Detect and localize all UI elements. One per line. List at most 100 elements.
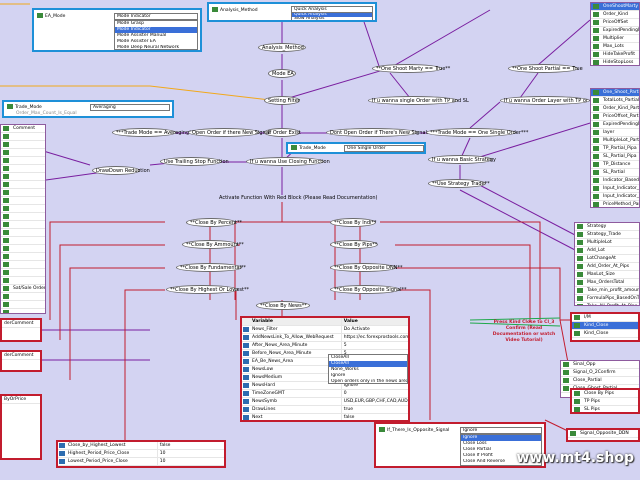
parameter-row[interactable]: Close_by_Highest_Lowest false xyxy=(58,442,224,450)
left-small-row[interactable]: derComment xyxy=(2,352,40,360)
parameter-row[interactable]: I/M xyxy=(572,314,638,322)
parameter-row[interactable]: Indicator_Based xyxy=(591,177,639,185)
ea-mode-option[interactable]: Mode Deep Neural Network xyxy=(115,45,197,50)
parameter-row[interactable]: Next false xyxy=(242,414,408,420)
parameter-value[interactable]: USD,EUR,GBP,CHF,CAD,AUD,NZD,JPY xyxy=(340,398,408,405)
parameter-row[interactable]: Multiplier xyxy=(591,35,639,43)
parameter-row[interactable]: layer xyxy=(591,129,639,137)
node-one-shot-partial[interactable]: **One Shoot Partial == True xyxy=(508,64,583,73)
node-close-news[interactable]: **Close By News** xyxy=(256,301,310,310)
parameter-row[interactable] xyxy=(1,173,45,181)
parameter-row[interactable]: Strategy_Trade xyxy=(575,231,639,239)
node-analysis-method[interactable]: Analysis_Method xyxy=(258,43,306,52)
parameter-row[interactable]: Sinal_Opp xyxy=(561,361,639,369)
parameter-row[interactable]: PriceOffSet xyxy=(591,19,639,27)
node-one-shot-martiy[interactable]: **One Shoot Marty == True** xyxy=(372,64,450,73)
node-activate-red-block[interactable]: Activate Function With Red Block (Please… xyxy=(216,194,378,203)
parameter-row[interactable]: Kind_Close xyxy=(572,330,638,338)
parameter-value[interactable]: false xyxy=(156,442,224,449)
parameter-row[interactable]: Kind_Close xyxy=(572,322,638,330)
parameter-row[interactable] xyxy=(1,309,45,313)
parameter-row[interactable] xyxy=(1,157,45,165)
node-use-strategy[interactable]: **Use Strategy Trade** xyxy=(428,179,490,188)
parameter-row[interactable]: SL_Partial_Pipa xyxy=(591,153,639,161)
parameter-row[interactable]: MaxLot_Size xyxy=(575,271,639,279)
parameter-row[interactable]: Take_All_Profit_At_Pips xyxy=(575,303,639,305)
parameter-row[interactable]: After_News_Area_Minute 5 xyxy=(242,342,408,350)
node-trailing-stop[interactable]: Use Trailing Stop Function xyxy=(160,157,229,166)
parameter-row[interactable]: Strategy xyxy=(575,223,639,231)
node-close-fundamental[interactable]: **Close By Fundamental** xyxy=(176,263,246,272)
left-small-row[interactable]: ByOrPrice xyxy=(2,396,40,404)
parameter-row[interactable]: TotalLots_Partial xyxy=(591,97,639,105)
parameter-row[interactable] xyxy=(1,141,45,149)
parameter-row[interactable] xyxy=(1,133,45,141)
parameter-row[interactable]: ExpiredPendingMinute xyxy=(591,27,639,35)
parameter-row[interactable] xyxy=(1,229,45,237)
parameter-row[interactable] xyxy=(1,261,45,269)
node-averaging[interactable]: ***Trade Mode == Averaging*** xyxy=(112,128,197,137)
parameter-value[interactable]: 10 xyxy=(156,450,224,457)
parameter-row[interactable] xyxy=(1,301,45,309)
node-basic-strategy[interactable]: If u wanna Basic Strategy xyxy=(428,155,496,164)
node-close-highest[interactable]: **Close By Highest Or Lowest** xyxy=(166,285,249,294)
parameter-row[interactable] xyxy=(1,277,45,285)
parameter-row[interactable] xyxy=(1,189,45,197)
parameter-value[interactable]: 0 xyxy=(340,390,408,397)
node-close-pips[interactable]: **Close By Pips** xyxy=(330,240,378,249)
node-close-percent[interactable]: **Close By Percent** xyxy=(186,218,242,227)
parameter-row[interactable]: News_Filter Do Activate xyxy=(242,326,408,334)
node-close-opposite-signal[interactable]: **Close By Opposite Signal** xyxy=(330,285,407,294)
parameter-row[interactable]: Comment xyxy=(1,125,45,133)
parameter-row[interactable]: Signal_O_2Confirm xyxy=(561,369,639,377)
parameter-row[interactable]: DrawLines true xyxy=(242,406,408,414)
parameter-row[interactable] xyxy=(1,245,45,253)
node-open-order-new-signal[interactable]: Open Order if there New Signal xyxy=(188,128,270,137)
parameter-row[interactable]: Order_Kind_Partial xyxy=(591,105,639,113)
node-single-tp-sl[interactable]: If u wanna single Order with TP and SL xyxy=(368,96,469,105)
trade-mode-single-select[interactable]: One Single Order xyxy=(344,145,424,152)
node-closing-function[interactable]: If u wanna Use Closing Function xyxy=(246,157,330,166)
signal-ddn-row[interactable]: Signal_Opposite_DDN xyxy=(568,430,638,438)
parameter-row[interactable]: PriceOffset_Partial xyxy=(591,113,639,121)
parameter-row[interactable]: Close_Partial xyxy=(561,377,639,385)
parameter-row[interactable] xyxy=(1,293,45,301)
analysis-option[interactable]: Slow Analysis xyxy=(292,17,372,20)
node-setting-filter[interactable]: Setting Filter xyxy=(264,96,300,105)
parameter-value[interactable]: 5 xyxy=(340,342,408,349)
parameter-row[interactable]: PriceMethod_Partial xyxy=(591,201,639,207)
parameter-row[interactable]: Input_Indicator_Partial xyxy=(591,193,639,201)
parameter-row[interactable]: Add_Lot xyxy=(575,247,639,255)
parameter-row[interactable] xyxy=(1,149,45,157)
parameter-row[interactable] xyxy=(1,181,45,189)
parameter-row[interactable]: Order_Kind xyxy=(591,11,639,19)
parameter-row[interactable]: ExpiredPendingMinute xyxy=(591,121,639,129)
trade-mode-select[interactable]: Averaging xyxy=(90,104,170,111)
parameter-value[interactable]: 10 xyxy=(156,458,224,465)
parameter-row[interactable]: Max_OrdersTotal xyxy=(575,279,639,287)
node-one-single[interactable]: ***Trade Mode == One Single Order*** xyxy=(426,128,528,137)
parameter-row[interactable] xyxy=(1,205,45,213)
parameter-row[interactable]: TimeZoneGMT 0 xyxy=(242,390,408,398)
parameter-row[interactable]: Add_Order_At_Pips xyxy=(575,263,639,271)
parameter-row[interactable] xyxy=(1,253,45,261)
parameter-row[interactable]: HideTakeProfit xyxy=(591,51,639,59)
parameter-row[interactable]: Input_Indicator_Partial xyxy=(591,185,639,193)
opposite-signal-select[interactable]: Ignore xyxy=(460,427,542,434)
parameter-row[interactable]: Sat/Sale OrderComment xyxy=(1,285,45,293)
parameter-row[interactable] xyxy=(1,237,45,245)
node-dont-open[interactable]: Dont Open Order if There's New Signals xyxy=(326,128,429,137)
parameter-row[interactable] xyxy=(1,197,45,205)
parameter-row[interactable] xyxy=(1,165,45,173)
parameter-row[interactable]: Max_Lots xyxy=(591,43,639,51)
parameter-row[interactable]: Lowest_Period_Price_Close 10 xyxy=(58,458,224,466)
parameter-row[interactable]: HideStopLoss xyxy=(591,59,639,65)
parameter-row[interactable]: MultipleLot xyxy=(575,239,639,247)
parameter-row[interactable]: TP Pips xyxy=(572,398,638,406)
parameter-value[interactable]: false xyxy=(340,414,408,420)
node-close-indi[interactable]: **Close By Indi** xyxy=(330,218,376,227)
parameter-row[interactable]: Take_min_profit_amount xyxy=(575,287,639,295)
parameter-row[interactable]: Close By Pips xyxy=(572,390,638,398)
parameter-row[interactable]: Highest_Period_Price_Close 10 xyxy=(58,450,224,458)
ea-mode-select[interactable]: Mode Indicator xyxy=(114,13,198,20)
